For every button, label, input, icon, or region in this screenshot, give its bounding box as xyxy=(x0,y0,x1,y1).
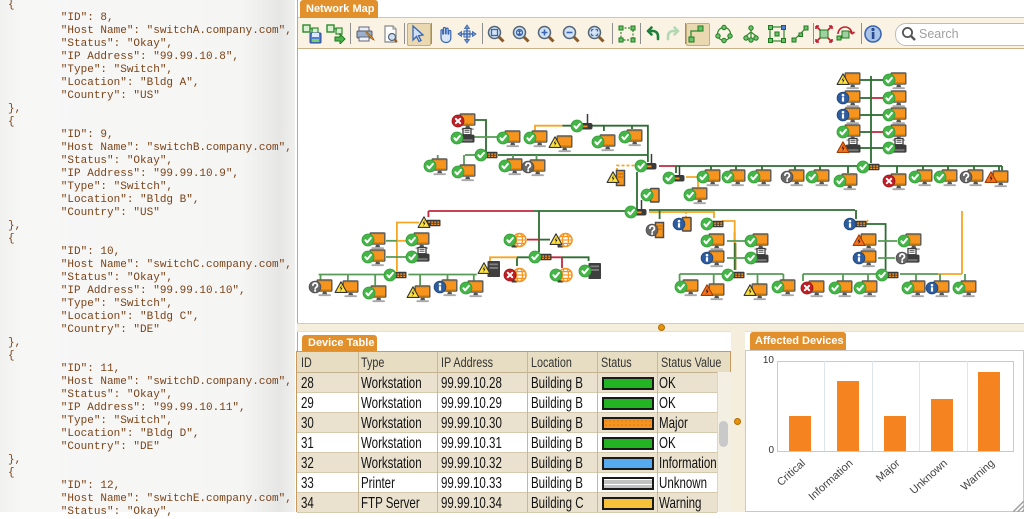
svg-text:Unknown: Unknown xyxy=(908,457,950,497)
svg-text:Information: Information xyxy=(807,457,856,503)
svg-text:Warning: Warning xyxy=(959,457,997,493)
svg-text:Major: Major xyxy=(874,457,903,485)
svg-text:Critical: Critical xyxy=(775,457,808,488)
